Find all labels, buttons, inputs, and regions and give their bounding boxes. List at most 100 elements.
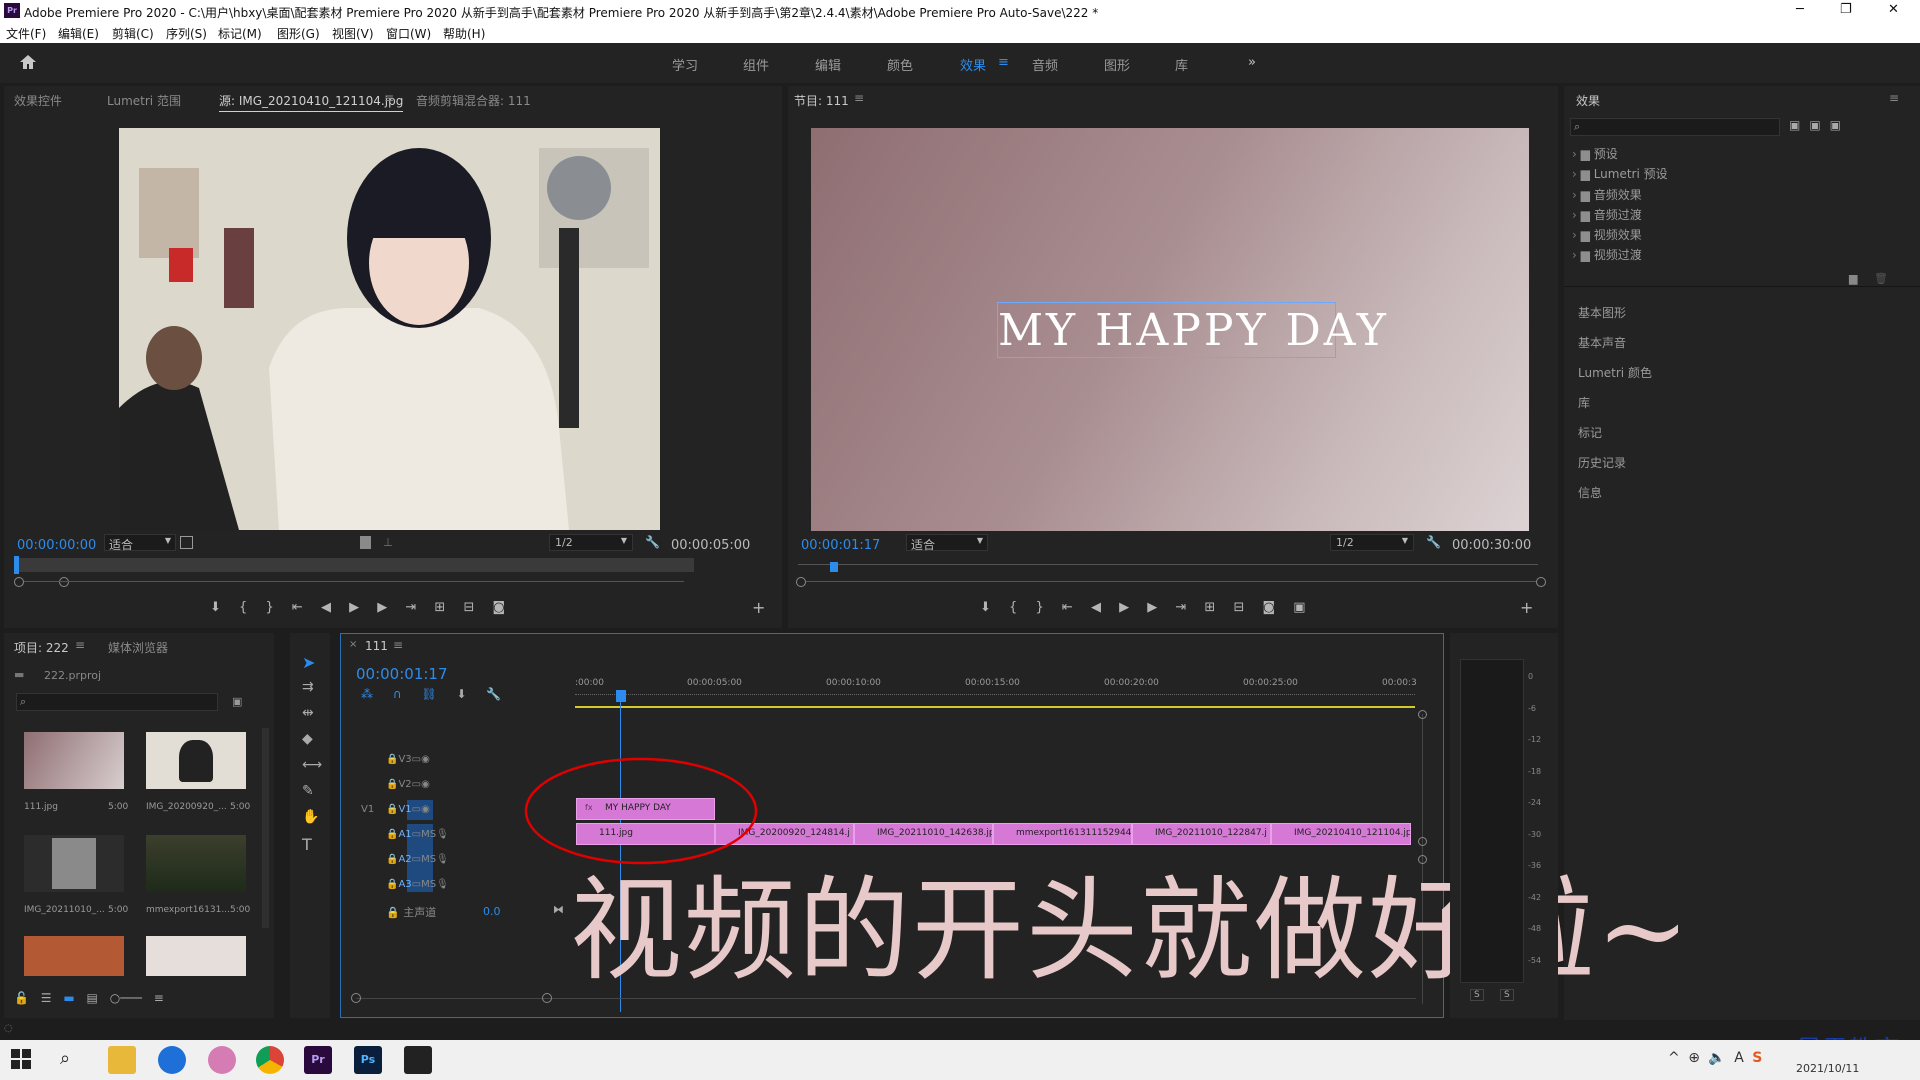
zoom-handle-left[interactable]	[796, 577, 806, 587]
master-volume[interactable]: 0.0	[483, 905, 501, 918]
project-thumb-img2[interactable]	[24, 835, 124, 892]
sync-lock-icon[interactable]: ▭	[412, 779, 421, 790]
ripple-edit-tool-icon[interactable]: ⇹	[302, 705, 314, 721]
timeline-hscroll[interactable]	[356, 998, 1416, 999]
add-button-icon[interactable]: +	[752, 598, 765, 617]
network-icon[interactable]: ⊕	[1688, 1050, 1700, 1066]
type-tool-icon[interactable]: T	[302, 835, 312, 854]
menu-marker[interactable]: 标记(M)	[218, 25, 262, 42]
new-bin-icon[interactable]: ▣	[232, 695, 242, 708]
menu-clip[interactable]: 剪辑(C)	[112, 25, 154, 42]
program-tab-menu-icon[interactable]: ≡	[854, 91, 864, 105]
menu-window[interactable]: 窗口(W)	[386, 25, 431, 42]
folder-video-transitions[interactable]: › ▆ 视频过渡	[1572, 245, 1668, 265]
tab-media-browser[interactable]: 媒体浏览器	[108, 639, 168, 656]
add-button-icon[interactable]: +	[1520, 598, 1533, 617]
source-playhead[interactable]	[14, 556, 19, 574]
eye-icon[interactable]: ◉	[421, 754, 430, 765]
nest-icon[interactable]: ⁂	[361, 687, 373, 701]
timeline-playhead-head[interactable]	[616, 690, 626, 702]
comparison-view-icon[interactable]: ▣	[1293, 600, 1305, 615]
timeline-ruler[interactable]: :00:00 00:00:05:00 00:00:10:00 00:00:15:…	[575, 678, 1417, 708]
hand-tool-icon[interactable]: ✋	[302, 809, 319, 825]
lock-icon[interactable]: 🔒	[386, 804, 398, 815]
snap-icon[interactable]: ∩	[393, 687, 402, 701]
pen-tool-icon[interactable]: ✎	[302, 783, 314, 799]
source-tab-menu-icon[interactable]: ≡	[384, 91, 394, 105]
timeline-timecode[interactable]: 00:00:01:17	[356, 665, 448, 683]
tab-sequence[interactable]: 111	[365, 639, 388, 653]
clip-v1[interactable]: IMG_20210410_121104.jp	[1271, 823, 1411, 845]
project-menu-icon[interactable]: ≡	[75, 638, 85, 652]
track-select-tool-icon[interactable]: ⇉	[302, 679, 314, 695]
lift-icon[interactable]: ⊞	[1204, 600, 1215, 615]
source-resolution-dropdown[interactable]: 1/2 ▼	[549, 534, 633, 551]
panel-history[interactable]: 历史记录	[1578, 448, 1652, 478]
menu-help[interactable]: 帮助(H)	[443, 25, 485, 42]
workspace-color[interactable]: 颜色	[887, 55, 913, 74]
menu-edit[interactable]: 编辑(E)	[58, 25, 99, 42]
workspace-assembly[interactable]: 组件	[743, 55, 769, 74]
linked-selection-icon[interactable]: ⛓	[421, 687, 436, 701]
lock-icon[interactable]: 🔒	[386, 829, 398, 840]
source-patch-v1[interactable]: V1	[361, 804, 374, 815]
play-icon[interactable]: ▶	[1119, 600, 1129, 615]
app-icon[interactable]	[208, 1046, 236, 1074]
clip-v1[interactable]: IMG_20211010_122847.j	[1132, 823, 1271, 845]
tab-effect-controls[interactable]: 效果控件	[14, 92, 62, 109]
effects-search-input[interactable]: ⌕	[1570, 118, 1780, 136]
workspace-libraries[interactable]: 库	[1175, 55, 1188, 74]
razor-tool-icon[interactable]: ◆	[302, 731, 313, 747]
sync-lock-icon[interactable]: ▭	[412, 829, 421, 840]
ime-indicator[interactable]: A	[1734, 1050, 1744, 1066]
settings-icon[interactable]	[180, 536, 193, 549]
panel-essential-graphics[interactable]: 基本图形	[1578, 298, 1652, 328]
project-search-input[interactable]: ⌕	[16, 693, 218, 711]
slip-tool-icon[interactable]: ⟷	[302, 757, 322, 773]
sync-lock-icon[interactable]: ▭	[412, 804, 421, 815]
go-to-out-icon[interactable]: ⇥	[1175, 600, 1186, 615]
sync-lock-icon[interactable]: ▭	[412, 879, 421, 890]
step-forward-icon[interactable]: ▶	[1147, 600, 1157, 615]
camera-icon[interactable]: ◙	[493, 600, 506, 615]
scroll-handle[interactable]	[1418, 710, 1427, 719]
panel-info[interactable]: 信息	[1578, 478, 1652, 508]
mark-in-icon[interactable]: {	[1009, 600, 1017, 615]
timeline-menu-icon[interactable]: ≡	[393, 638, 403, 652]
go-to-in-icon[interactable]: ⇤	[1062, 600, 1073, 615]
wrench-icon[interactable]: 🔧	[1426, 535, 1441, 549]
taskbar-date[interactable]: 2021/10/11	[1796, 1062, 1859, 1075]
master-expand-icon[interactable]: ⧓	[553, 903, 564, 916]
step-back-icon[interactable]: ◀	[321, 600, 331, 615]
tab-source[interactable]: 源: IMG_20210410_121104.jpg	[219, 92, 404, 112]
close-button[interactable]: ✕	[1888, 2, 1899, 17]
close-tab-icon[interactable]: ×	[349, 639, 357, 650]
file-explorer-icon[interactable]	[108, 1046, 136, 1074]
folder-presets[interactable]: › ▆ 预设	[1572, 144, 1668, 164]
program-time-ruler[interactable]	[798, 564, 1538, 565]
step-forward-icon[interactable]: ▶	[377, 600, 387, 615]
menu-file[interactable]: 文件(F)	[6, 25, 46, 42]
workspace-effects[interactable]: 效果	[960, 55, 986, 74]
folder-audio-transitions[interactable]: › ▆ 音频过渡	[1572, 205, 1668, 225]
panel-libraries[interactable]: 库	[1578, 388, 1652, 418]
mute-button[interactable]: M	[421, 854, 430, 865]
sogou-ime-icon[interactable]: S	[1752, 1050, 1762, 1066]
hscroll-handle[interactable]	[542, 993, 552, 1003]
mute-button[interactable]: M	[421, 829, 430, 840]
title-bounding-box[interactable]: MY HAPPY DAY	[997, 302, 1386, 358]
mark-out-icon[interactable]: }	[265, 600, 273, 615]
source-timecode[interactable]: 00:00:00:00	[17, 538, 96, 553]
sort-icon[interactable]: ≡	[154, 991, 164, 1005]
drag-icon[interactable]: ⟂	[384, 535, 392, 550]
panel-markers[interactable]: 标记	[1578, 418, 1652, 448]
clip-v1[interactable]: mmexport1613111529447	[993, 823, 1132, 845]
play-icon[interactable]: ▶	[349, 600, 359, 615]
workspace-audio[interactable]: 音频	[1032, 55, 1058, 74]
workspace-graphics[interactable]: 图形	[1104, 55, 1130, 74]
zoom-slider-icon[interactable]: ○───	[110, 991, 142, 1005]
solo-left-button[interactable]: S	[1470, 989, 1484, 1001]
menu-sequence[interactable]: 序列(S)	[166, 25, 207, 42]
program-playhead[interactable]	[830, 562, 838, 572]
project-scrollbar[interactable]	[262, 728, 269, 928]
